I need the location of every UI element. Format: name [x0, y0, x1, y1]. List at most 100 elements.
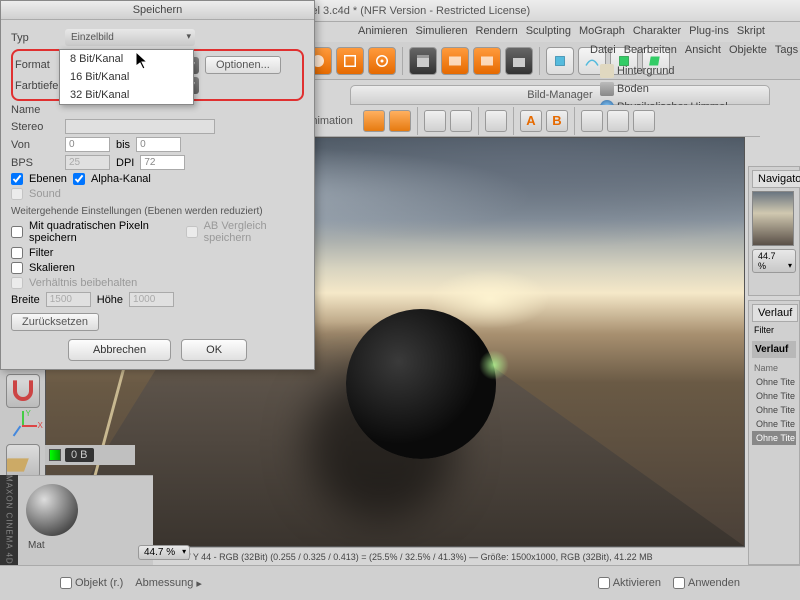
lens-flare-icon — [479, 350, 509, 380]
filter-checkbox[interactable] — [11, 247, 23, 259]
abmessung-toggle[interactable]: Abmessung ▸ — [135, 577, 202, 590]
render-info: X 136 / Y 44 - RGB (32Bit) (0.255 / 0.32… — [162, 552, 653, 562]
om-menu-ansicht[interactable]: Ansicht — [685, 44, 721, 56]
bild-manager-toolbar: Animation A B — [300, 105, 760, 137]
floor-icon — [600, 82, 614, 96]
sphere-object — [346, 309, 496, 459]
menu-simulieren[interactable]: Simulieren — [416, 25, 468, 39]
verh-checkbox — [11, 277, 23, 289]
clapper-2-icon[interactable] — [505, 47, 533, 75]
menu-sculpting[interactable]: Sculpting — [526, 25, 571, 39]
quad-checkbox[interactable] — [11, 226, 23, 238]
stereo-field[interactable] — [65, 119, 215, 134]
bm-filter-button-2[interactable] — [607, 110, 629, 132]
color-indicator — [49, 449, 61, 461]
object-boden[interactable]: Boden — [600, 80, 745, 98]
alpha-label: Alpha-Kanal — [91, 173, 151, 185]
ok-button[interactable]: OK — [181, 339, 247, 361]
bm-single-button[interactable] — [389, 110, 411, 132]
frame-indicator: 0 B — [65, 448, 94, 462]
hoehe-label: Höhe — [97, 294, 123, 306]
render-settings-button[interactable] — [368, 47, 396, 75]
alpha-checkbox[interactable] — [73, 173, 85, 185]
name-label: Name — [11, 104, 59, 116]
hoehe-field — [129, 292, 174, 307]
anwenden-toggle[interactable]: Anwenden — [673, 577, 740, 589]
verlauf-header: Verlauf — [752, 341, 796, 358]
om-menu-objekte[interactable]: Objekte — [729, 44, 767, 56]
navigator-thumbnail[interactable] — [752, 191, 794, 246]
bottom-bar: Objekt (r.) Abmessung ▸ Aktivieren Anwen… — [0, 565, 800, 600]
ebenen-checkbox[interactable] — [11, 173, 23, 185]
menu-skript[interactable]: Skript — [737, 25, 765, 39]
om-menu-tags[interactable]: Tags — [775, 44, 798, 56]
von-label: Von — [11, 139, 59, 151]
bm-layer-button-2[interactable] — [450, 110, 472, 132]
skalieren-checkbox[interactable] — [11, 262, 23, 274]
nav-zoom-dropdown[interactable]: 44.7 % — [752, 249, 796, 273]
menu-rendern[interactable]: Rendern — [476, 25, 518, 39]
navigator-panel: Navigator Histo 44.7 % — [748, 166, 800, 296]
tab-verlauf[interactable]: Verlauf — [752, 304, 798, 322]
advanced-title: Weitergehende Einstellungen (Ebenen werd… — [11, 206, 304, 217]
om-menu-bearbeiten[interactable]: Bearbeiten — [624, 44, 677, 56]
workplane-tool[interactable] — [6, 444, 40, 478]
objekt-toggle[interactable]: Objekt (r.) — [60, 577, 123, 589]
quad-label: Mit quadratischen Pixeln speichern — [29, 220, 180, 244]
ebenen-label: Ebenen — [29, 173, 67, 185]
material-panel: Mat — [18, 475, 153, 565]
bis-field[interactable] — [136, 137, 181, 152]
breite-label: Breite — [11, 294, 40, 306]
menu-plugins[interactable]: Plug-ins — [689, 25, 729, 39]
sound-label: Sound — [29, 188, 61, 200]
von-field[interactable] — [65, 137, 110, 152]
dropdown-item-8bit[interactable]: 8 Bit/Kanal — [60, 50, 193, 68]
mat-zoom-dropdown[interactable]: 44.7 % — [138, 545, 190, 560]
timeline-button-1[interactable] — [441, 47, 469, 75]
material-name[interactable]: Mat — [22, 540, 149, 551]
tab-navigator[interactable]: Navigator — [752, 170, 800, 188]
aktivieren-toggle[interactable]: Aktivieren — [598, 577, 661, 589]
menu-charakter[interactable]: Charakter — [633, 25, 681, 39]
filter-label: Filter — [29, 247, 53, 259]
background-icon — [600, 64, 614, 78]
magnet-tool[interactable] — [6, 374, 40, 408]
history-item-selected[interactable]: Ohne Tite — [752, 431, 796, 445]
dpi-field[interactable] — [140, 155, 185, 170]
bm-filter-button-1[interactable] — [581, 110, 603, 132]
bm-filter-button-3[interactable] — [633, 110, 655, 132]
axis-gizmo-icon[interactable]: Y X — [8, 411, 38, 441]
dropdown-item-32bit[interactable]: 32 Bit/Kanal — [60, 86, 193, 104]
history-item[interactable]: Ohne Tite — [752, 403, 796, 417]
bm-rgb-button[interactable] — [363, 110, 385, 132]
render-region-button[interactable] — [336, 47, 364, 75]
options-button[interactable]: Optionen... — [205, 56, 281, 74]
verh-label: Verhältnis beibehalten — [29, 277, 137, 289]
clapper-icon[interactable] — [409, 47, 437, 75]
ab-checkbox — [186, 226, 198, 238]
sound-checkbox — [11, 188, 23, 200]
dropdown-item-16bit[interactable]: 16 Bit/Kanal — [60, 68, 193, 86]
timeline-button-2[interactable] — [473, 47, 501, 75]
typ-dropdown[interactable]: Einzelbild — [65, 29, 195, 46]
menu-mograph[interactable]: MoGraph — [579, 25, 625, 39]
filter-label[interactable]: Filter — [752, 322, 796, 338]
menu-animieren[interactable]: Animieren — [358, 25, 408, 39]
history-panel: Verlauf Ster Filter Verlauf Name Ohne Ti… — [748, 300, 800, 565]
history-item[interactable]: Ohne Tite — [752, 389, 796, 403]
bm-a-button[interactable]: A — [520, 110, 542, 132]
history-item[interactable]: Ohne Tite — [752, 417, 796, 431]
cube-primitive-button[interactable] — [546, 47, 574, 75]
reset-button[interactable]: Zurücksetzen — [11, 313, 99, 331]
bis-label: bis — [116, 139, 130, 151]
bm-layer-button-1[interactable] — [424, 110, 446, 132]
bild-manager-title: Bild-Manager — [527, 89, 592, 101]
bm-b-button[interactable]: B — [546, 110, 568, 132]
material-preview-icon[interactable] — [26, 484, 78, 536]
ab-label: AB Vergleich speichern — [204, 220, 304, 244]
bm-compare-button[interactable] — [485, 110, 507, 132]
history-item[interactable]: Ohne Tite — [752, 375, 796, 389]
om-menu-datei[interactable]: Datei — [590, 44, 616, 56]
cancel-button[interactable]: Abbrechen — [68, 339, 171, 361]
object-hintergrund[interactable]: Hintergrund — [600, 62, 745, 80]
